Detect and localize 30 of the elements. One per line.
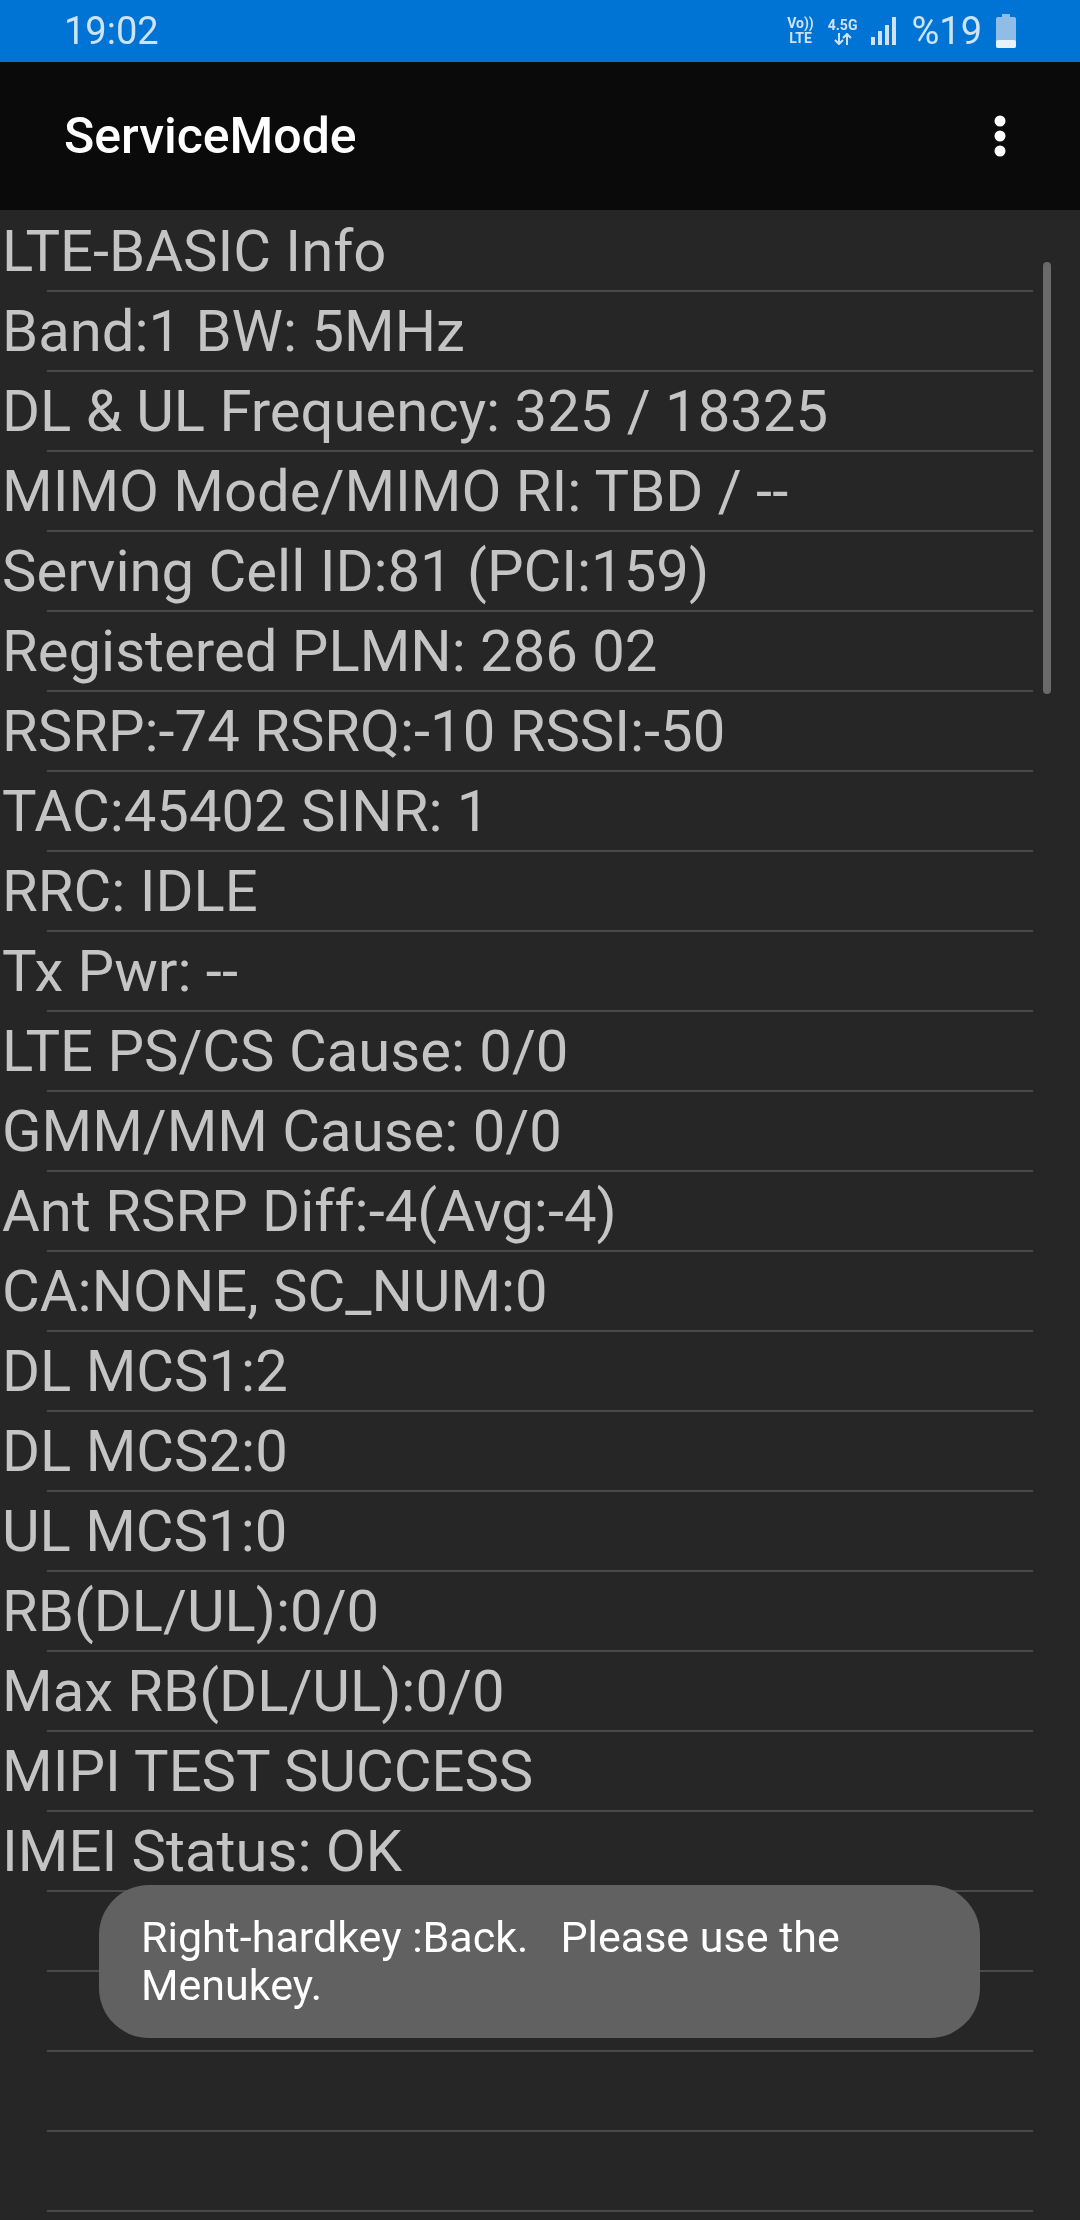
info-row-text: MIPI TEST SUCCESS [2, 1739, 534, 1803]
info-row-text: Registered PLMN: 286 02 [2, 619, 658, 683]
signal-icon [871, 17, 898, 45]
info-row-text: IMEI Status: OK [2, 1819, 403, 1883]
scrollbar[interactable] [1043, 262, 1051, 694]
more-options-icon [994, 115, 1006, 157]
info-row-text: LTE PS/CS Cause: 0/0 [2, 1019, 569, 1083]
info-row-text: DL & UL Frequency: 325 / 18325 [2, 379, 829, 443]
info-row-text: Serving Cell ID:81 (PCI:159) [2, 539, 710, 603]
app-title: ServiceMode [64, 105, 357, 167]
info-row-text: GMM/MM Cause: 0/0 [2, 1099, 562, 1163]
battery-percent: %19 [911, 12, 982, 50]
clock: 19:02 [64, 12, 159, 50]
info-row-text: Band:1 BW: 5MHz [2, 299, 465, 363]
info-row-text: Max RB(DL/UL):0/0 [2, 1659, 505, 1723]
info-row-text: RSRP:-74 RSRQ:-10 RSSI:-50 [2, 699, 726, 763]
info-row-text: RRC: IDLE [2, 859, 258, 923]
volte-icon: Vo)) LTE [787, 16, 814, 46]
info-row-text: LTE-BASIC Info [2, 219, 387, 283]
battery-icon [996, 14, 1016, 48]
info-row-text: TAC:45402 SINR: 1 [2, 779, 490, 843]
info-row-text: MIMO Mode/MIMO RI: TBD / -- [2, 459, 789, 523]
info-row-text: RB(DL/UL):0/0 [2, 1579, 380, 1643]
info-row-text: UL MCS1:0 [2, 1499, 288, 1563]
info-row-text: Ant RSRP Diff:-4(Avg:-4) [2, 1179, 617, 1243]
toast-message: Right-hardkey :Back. Please use the Menukey. [99, 1885, 980, 2038]
info-row-text: CA:NONE, SC_NUM:0 [2, 1259, 548, 1323]
info-row-text: DL MCS1:2 [2, 1339, 288, 1403]
info-row-text: Tx Pwr: -- [2, 939, 238, 1003]
info-row-text: DL MCS2:0 [2, 1419, 288, 1483]
